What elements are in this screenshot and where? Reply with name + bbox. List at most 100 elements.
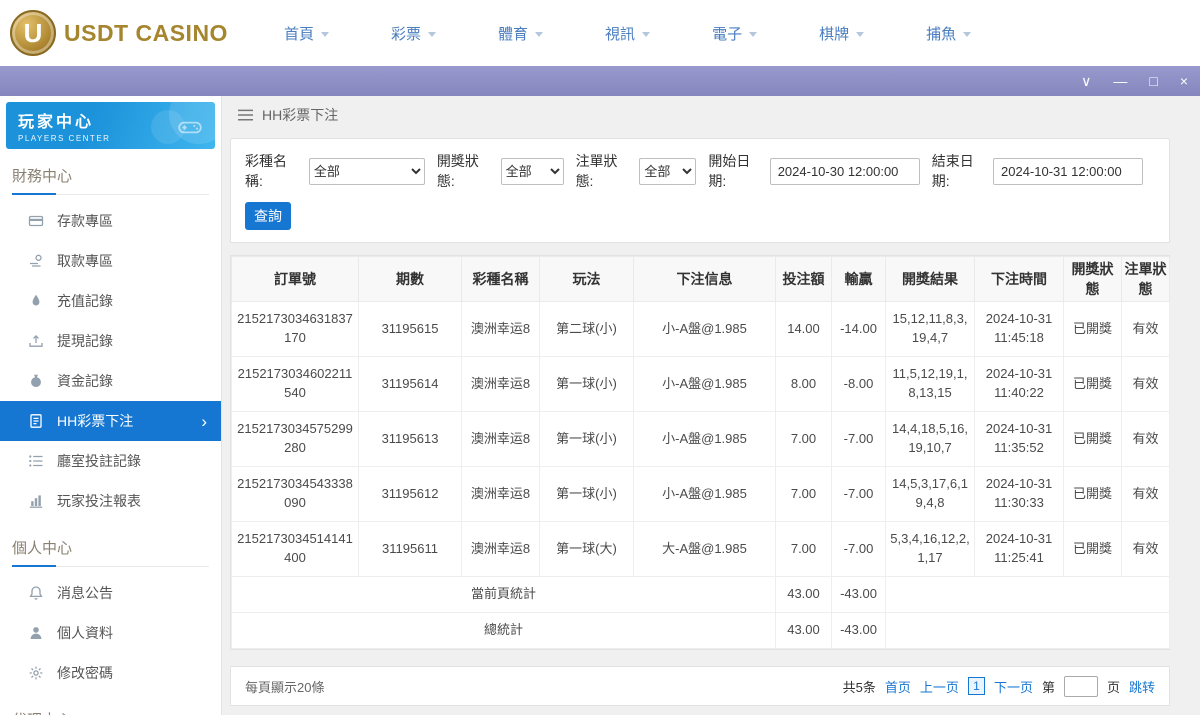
cell-draw-result: 14,4,18,5,16,19,10,7 — [885, 411, 975, 467]
chevron-down-icon — [642, 31, 651, 37]
gamepad-icon — [177, 114, 203, 140]
next-page-link[interactable]: 下一页 — [994, 677, 1033, 696]
nav-item[interactable]: 電子 — [712, 23, 758, 44]
nav-item[interactable]: 視訊 — [605, 23, 651, 44]
lottery-select[interactable]: 全部 — [308, 157, 425, 185]
cell-bet-time: 2024-10-31 11:40:22 — [974, 356, 1064, 412]
sidebar: 玩家中心 PLAYERS CENTER 財務中心 存款專區 取款專區 充值記錄 提現記錄… — [0, 96, 222, 715]
cell-lottery-name: 澳洲幸运8 — [461, 301, 540, 357]
player-center-title: 玩家中心 — [18, 114, 95, 131]
header-play: 玩法 — [539, 256, 634, 302]
nav-item-label: 體育 — [498, 25, 529, 43]
sidebar-item[interactable]: 資金記錄 — [0, 361, 221, 401]
summary-win-loss: -43.00 — [831, 576, 886, 613]
sidebar-item[interactable]: 玩家投注報表 — [0, 481, 221, 521]
order-status-select[interactable]: 全部 — [639, 157, 697, 185]
first-page-link[interactable]: 首页 — [885, 677, 911, 696]
header-lottery-name: 彩種名稱 — [461, 256, 540, 302]
menu-icon[interactable] — [238, 109, 253, 121]
cell-bet-amount: 8.00 — [775, 356, 832, 412]
nav-item-label: 首頁 — [284, 25, 315, 43]
cell-bet-amount: 14.00 — [775, 301, 832, 357]
cell-order-status: 有效 — [1121, 521, 1170, 577]
sidebar-item[interactable]: 廳室投註記錄 — [0, 441, 221, 481]
cell-draw-result: 5,3,4,16,12,2,1,17 — [885, 521, 975, 577]
sidebar-item-label: 存款專區 — [57, 213, 113, 229]
header-issue: 期數 — [358, 256, 462, 302]
start-date-label: 開始日期: — [708, 153, 751, 189]
cell-bet-info: 小-A盤@1.985 — [633, 301, 776, 357]
draw-status-select[interactable]: 全部 — [500, 157, 564, 185]
sidebar-item[interactable]: 修改密碼 — [0, 653, 221, 693]
jump-link[interactable]: 跳转 — [1129, 677, 1155, 696]
header-bet-info: 下注信息 — [633, 256, 776, 302]
lottery-filter-label: 彩種名稱: — [245, 153, 287, 189]
table-row: 2152173034602211540 31195614 澳洲幸运8 第一球(小) 小-… — [231, 356, 1170, 412]
header-bet-time: 下注時間 — [974, 256, 1064, 302]
close-icon[interactable]: × — [1180, 74, 1188, 88]
collapse-icon[interactable]: ∨ — [1081, 74, 1091, 88]
page-title: HH彩票下注 — [262, 107, 339, 123]
cell-lottery-name: 澳洲幸运8 — [461, 411, 540, 467]
nav-item[interactable]: 捕魚 — [926, 23, 972, 44]
nav-item-label: 視訊 — [605, 25, 636, 43]
cell-order-no: 2152173034514141400 — [231, 521, 359, 577]
sidebar-item[interactable]: 取款專區 — [0, 241, 221, 281]
end-date-input[interactable] — [993, 157, 1143, 185]
prev-page-link[interactable]: 上一页 — [920, 677, 959, 696]
header-order-status: 注單狀態 — [1121, 256, 1170, 302]
cell-bet-time: 2024-10-31 11:25:41 — [974, 521, 1064, 577]
table-body: 2152173034631837170 31195615 澳洲幸运8 第二球(小) 小-… — [231, 301, 1170, 649]
maximize-icon[interactable]: □ — [1149, 74, 1157, 88]
bets-table: 訂單號 期數 彩種名稱 玩法 下注信息 投注額 輸贏 開獎結果 下注時間 開獎狀態 注單狀態 215… — [231, 256, 1170, 649]
nav-item-label: 捕魚 — [926, 25, 957, 43]
sidebar-item[interactable]: 消息公告 — [0, 573, 221, 613]
cell-draw-status: 已開獎 — [1063, 301, 1122, 357]
table-row: 2152173034631837170 31195615 澳洲幸运8 第二球(小) 小-… — [231, 301, 1170, 357]
cell-play: 第一球(小) — [539, 411, 634, 467]
cell-lottery-name: 澳洲幸运8 — [461, 466, 540, 522]
cell-draw-result: 14,5,3,17,6,19,4,8 — [885, 466, 975, 522]
table-row: 2152173034543338090 31195612 澳洲幸运8 第一球(小) 小-… — [231, 466, 1170, 522]
nav-item[interactable]: 首頁 — [284, 23, 330, 44]
cell-bet-info: 小-A盤@1.985 — [633, 411, 776, 467]
sidebar-item[interactable]: HH彩票下注 › — [0, 401, 221, 441]
nav-item[interactable]: 棋牌 — [819, 23, 865, 44]
nav-item[interactable]: 體育 — [498, 23, 544, 44]
sidebar-item[interactable]: 存款專區 — [0, 201, 221, 241]
cell-order-status: 有效 — [1121, 356, 1170, 412]
nav-item[interactable]: 彩票 — [391, 23, 437, 44]
cell-win-loss: -7.00 — [831, 521, 886, 577]
start-date-filter: 開始日期: — [708, 151, 920, 191]
start-date-input[interactable] — [769, 157, 920, 185]
draw-status-filter-label: 開獎狀態: — [436, 153, 479, 189]
sidebar-item[interactable]: 個人資料 — [0, 613, 221, 653]
cell-draw-status: 已開獎 — [1063, 411, 1122, 467]
chevron-down-icon — [321, 31, 330, 37]
cell-draw-result: 11,5,12,19,1,8,13,15 — [885, 356, 975, 412]
table-header-row: 訂單號 期數 彩種名稱 玩法 下注信息 投注額 輸贏 開獎結果 下注時間 開獎狀態 注單狀態 — [231, 256, 1170, 302]
header-order-no: 訂單號 — [231, 256, 359, 302]
sidebar-section-title: 個人中心 — [12, 537, 209, 567]
current-page[interactable]: 1 — [967, 677, 985, 695]
pager: 共5条 首页 上一页 1 下一页 第 页 跳转 — [843, 675, 1155, 697]
sidebar-item[interactable]: 提現記錄 — [0, 321, 221, 361]
nav-item-label: 彩票 — [391, 25, 422, 43]
draw-status-filter: 開獎狀態: 全部 — [437, 151, 564, 191]
sidebar-item[interactable]: 充值記錄 — [0, 281, 221, 321]
sidebar-sections: 財務中心 存款專區 取款專區 充值記錄 提現記錄 資金記錄 HH彩票下注 › 廳室投註記錄 玩家投… — [0, 165, 221, 715]
cell-bet-time: 2024-10-31 11:35:52 — [974, 411, 1064, 467]
search-button[interactable]: 查詢 — [245, 202, 291, 230]
summary-bet-amount: 43.00 — [775, 612, 832, 649]
chevron-right-icon: › — [201, 411, 207, 431]
cell-play: 第一球(小) — [539, 356, 634, 412]
app-window: U USDT CASINO 首頁 彩票 體育 視訊 電子 棋牌 捕魚 ∨ — □ × 玩家中心 P… — [0, 0, 1200, 715]
minimize-icon[interactable]: — — [1113, 74, 1127, 88]
user-icon — [28, 625, 44, 641]
sidebar-item-label: 個人資料 — [57, 625, 113, 641]
header-win-loss: 輸贏 — [831, 256, 886, 302]
cell-bet-time: 2024-10-31 11:30:33 — [974, 466, 1064, 522]
sidebar-item-label: 提現記錄 — [57, 333, 113, 349]
page-jump-input[interactable] — [1063, 675, 1098, 697]
table-row: 2152173034514141400 31195611 澳洲幸运8 第一球(大) 大-… — [231, 521, 1170, 577]
